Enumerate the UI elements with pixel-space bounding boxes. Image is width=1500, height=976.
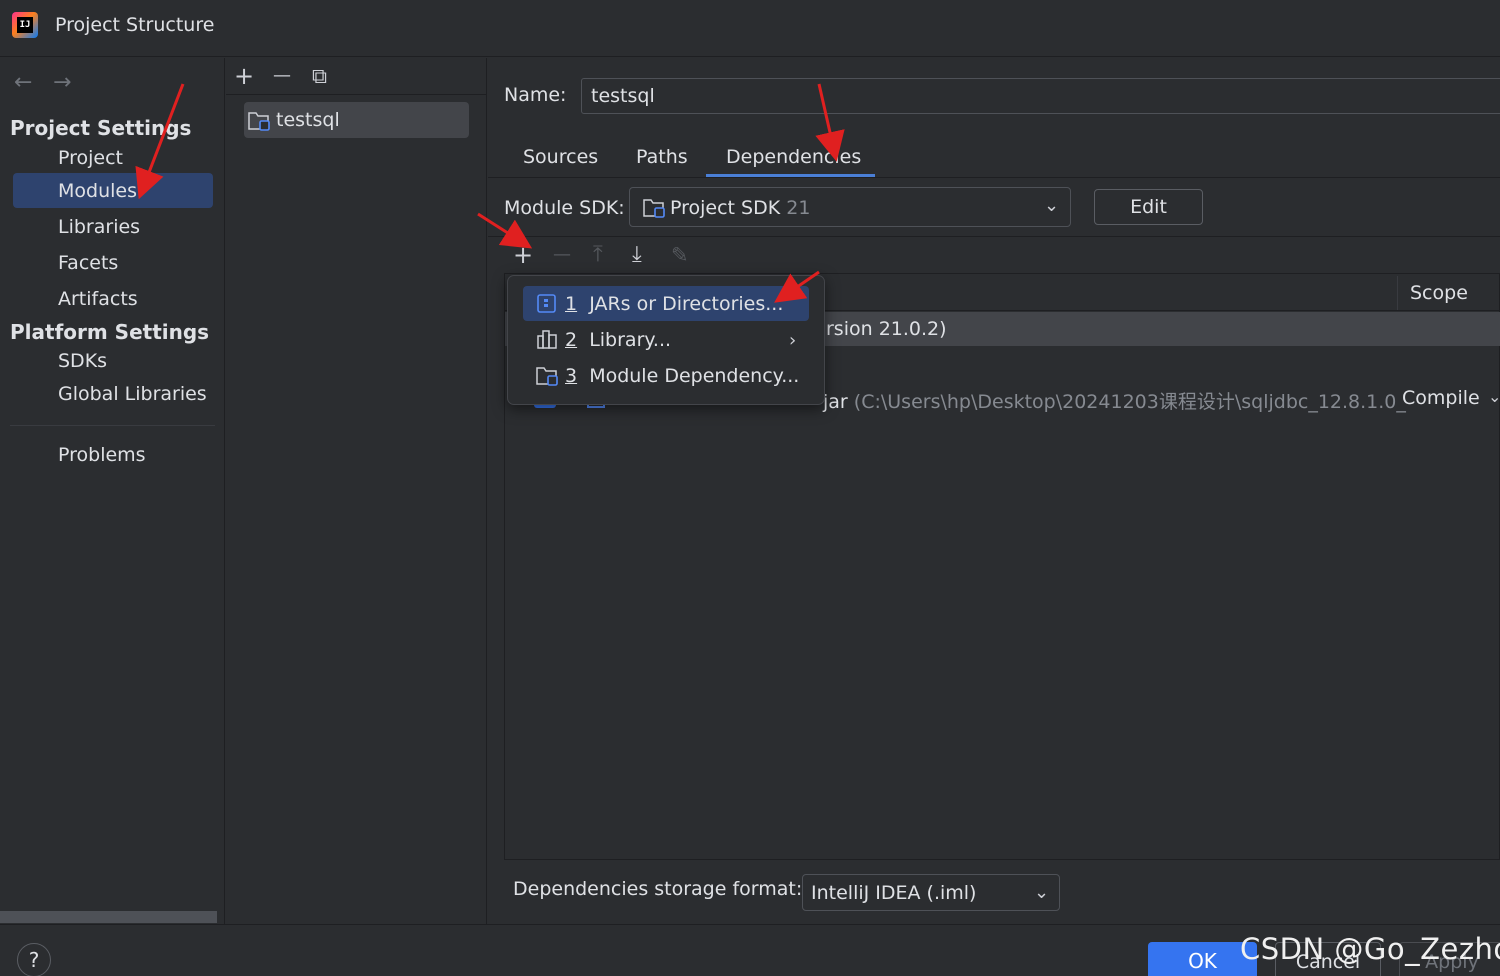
chevron-down-icon: ⌄	[1488, 387, 1500, 406]
jar-directory-icon	[537, 294, 556, 313]
chevron-down-icon: ⌄	[1044, 195, 1060, 216]
tabs-divider	[488, 177, 1500, 178]
scope-column-header[interactable]: Scope	[1410, 282, 1468, 304]
intellij-logo-icon: IJ	[12, 12, 38, 38]
sidebar-divider	[10, 425, 215, 426]
sidebar-item-project[interactable]: Project	[58, 147, 123, 169]
module-name-input[interactable]	[581, 78, 1500, 114]
sidebar-item-libraries[interactable]: Libraries	[58, 216, 140, 238]
platform-settings-heading: Platform Settings	[10, 320, 210, 344]
menu-item-jars-or-directories[interactable]: 1 JARs or Directories...	[565, 293, 783, 315]
sdk-value: Project SDK 21	[670, 197, 811, 219]
tab-dependencies[interactable]: Dependencies	[726, 146, 861, 168]
back-arrow-icon[interactable]: ←	[14, 70, 32, 95]
storage-format-label: Dependencies storage format:	[513, 878, 803, 900]
forward-arrow-icon[interactable]: →	[53, 70, 71, 95]
jar-path: (C:\Users\hp\Desktop\20241203课程设计\sqljdb…	[853, 391, 1417, 413]
help-button[interactable]: ?	[17, 943, 51, 976]
sidebar-item-global-libraries[interactable]: Global Libraries	[58, 383, 207, 405]
tab-paths[interactable]: Paths	[636, 146, 688, 168]
menu-item-module-dependency[interactable]: 3 Module Dependency...	[565, 365, 799, 387]
modules-toolbar	[226, 58, 487, 95]
watermark: CSDN @Go_Zezhou	[1240, 932, 1500, 966]
sdk-divider	[488, 236, 1500, 237]
sidebar-item-artifacts[interactable]: Artifacts	[58, 288, 138, 310]
module-folder-icon	[248, 112, 270, 131]
footer-divider	[0, 924, 1500, 925]
menu-item-library[interactable]: 2 Library...	[565, 329, 671, 351]
modules-list-panel	[226, 58, 487, 924]
module-folder-icon	[536, 367, 558, 386]
sdk-folder-icon	[643, 199, 665, 218]
sdk-version: 21	[786, 197, 811, 219]
title-bar	[0, 0, 1500, 57]
move-up-icon[interactable]: ⤒	[593, 243, 603, 267]
horizontal-scrollbar[interactable]	[0, 911, 217, 923]
table-row-label: rsion 21.0.2)	[826, 318, 947, 340]
sidebar-item-facets[interactable]: Facets	[58, 252, 118, 274]
name-label: Name:	[504, 84, 567, 106]
more-icon[interactable]: ⋮	[1493, 15, 1500, 37]
add-module-icon[interactable]: +	[234, 64, 254, 88]
edit-dependency-icon[interactable]: ✎	[671, 243, 689, 267]
sidebar-item-sdks[interactable]: SDKs	[58, 350, 107, 372]
add-dependency-icon[interactable]: +	[513, 243, 533, 267]
move-down-icon[interactable]: ⤓	[632, 243, 642, 267]
module-name: testsql	[276, 109, 340, 131]
copy-module-icon[interactable]: ⧉	[312, 64, 327, 88]
library-icon	[537, 330, 557, 349]
storage-format-value: IntelliJ IDEA (.iml)	[811, 882, 977, 904]
scope-dropdown[interactable]: Compile	[1402, 387, 1484, 409]
remove-module-icon[interactable]: —	[273, 64, 291, 88]
edit-sdk-button[interactable]: Edit	[1094, 189, 1203, 225]
sidebar-item-problems[interactable]: Problems	[58, 444, 146, 466]
module-sdk-label: Module SDK:	[504, 197, 625, 219]
chevron-down-icon: ⌄	[1034, 882, 1050, 903]
project-settings-heading: Project Settings	[10, 116, 192, 140]
tab-sources[interactable]: Sources	[523, 146, 598, 168]
remove-dependency-icon[interactable]: —	[553, 243, 571, 267]
sidebar-item-modules[interactable]: Modules	[58, 180, 137, 202]
column-separator[interactable]	[1397, 276, 1398, 310]
table-row-label[interactable]: jar (C:\Users\hp\Desktop\20241203课程设计\sq…	[823, 387, 1416, 414]
chevron-right-icon: ›	[789, 330, 797, 351]
window-title: Project Structure	[55, 14, 215, 36]
